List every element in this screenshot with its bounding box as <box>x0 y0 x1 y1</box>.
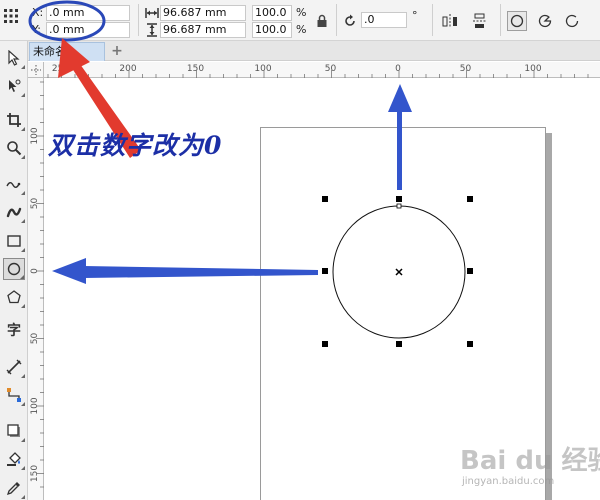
height-icon <box>146 23 158 40</box>
handle-right[interactable] <box>467 268 473 274</box>
rotation-field[interactable]: .0 <box>361 12 407 28</box>
polygon-tool-icon[interactable] <box>3 286 25 308</box>
degree-label: ° <box>412 9 418 22</box>
connector-tool-icon[interactable] <box>3 384 25 406</box>
ruler-h-label: 200 <box>119 64 136 74</box>
separator <box>138 4 139 36</box>
shape-tool-icon[interactable] <box>3 75 25 97</box>
ellipse-icon[interactable] <box>507 11 527 31</box>
watermark-logo: Bai du 经验 <box>460 446 600 476</box>
ellipse-tool-icon[interactable] <box>3 258 25 280</box>
x-position-field[interactable]: .0 mm <box>46 5 130 21</box>
horizontal-ruler[interactable]: 25020015010050050100 <box>44 62 600 78</box>
width-field[interactable]: 96.687 mm <box>160 5 246 21</box>
shadow-tool-icon[interactable] <box>3 420 25 442</box>
handle-bottom[interactable] <box>396 341 402 347</box>
percent-label: % <box>296 6 307 19</box>
rotate-icon <box>340 11 360 31</box>
mirror-horizontal-icon[interactable] <box>440 11 460 31</box>
scale-x-field[interactable]: 100.0 <box>252 5 292 21</box>
lock-ratio-icon[interactable] <box>312 11 332 31</box>
reference-point-icon[interactable] <box>4 9 18 23</box>
text-tool-glyph: 字 <box>7 323 21 339</box>
ruler-h-label: 100 <box>254 64 271 74</box>
eyedropper-tool-icon[interactable] <box>3 477 25 499</box>
freehand-tool-icon[interactable] <box>3 173 25 195</box>
watermark-url: jingyan.baidu.com <box>462 476 555 487</box>
percent-label: % <box>296 23 307 36</box>
circle-node[interactable] <box>396 203 402 209</box>
handle-top-right[interactable] <box>467 196 473 202</box>
rectangle-tool-icon[interactable] <box>3 230 25 252</box>
handle-top[interactable] <box>396 196 402 202</box>
ruler-h-label: 50 <box>325 64 337 74</box>
ruler-h-label: 0 <box>395 64 401 74</box>
dimension-tool-icon[interactable] <box>3 356 25 378</box>
vertical-ruler-scale: 10050050100150 <box>30 81 44 488</box>
height-field[interactable]: 96.687 mm <box>160 22 246 38</box>
scale-y-field[interactable]: 100.0 <box>252 22 292 38</box>
separator <box>500 4 501 36</box>
pick-tool-icon[interactable] <box>3 47 25 69</box>
document-tab-bar: 未命名 + <box>28 41 600 61</box>
instruction-annotation: 双击数字改为0 <box>48 131 223 160</box>
separator <box>432 4 433 36</box>
handle-left[interactable] <box>322 268 328 274</box>
horizontal-ruler-scale: 25020015010050050100 <box>47 64 589 78</box>
width-icon <box>145 7 159 22</box>
arc-icon[interactable] <box>562 11 582 31</box>
handle-bottom-left[interactable] <box>322 341 328 347</box>
pie-icon[interactable] <box>535 11 555 31</box>
ruler-h-label: 150 <box>187 64 204 74</box>
handle-bottom-right[interactable] <box>467 341 473 347</box>
text-tool-icon[interactable]: 字 <box>3 319 25 341</box>
artistic-media-icon[interactable] <box>3 201 25 223</box>
crop-tool-icon[interactable] <box>3 109 25 131</box>
separator <box>336 4 337 36</box>
watermark: Bai du 经验 jingyan.baidu.com <box>460 440 600 496</box>
zoom-tool-icon[interactable] <box>3 137 25 159</box>
ruler-origin-corner[interactable] <box>28 62 44 78</box>
add-tab-button[interactable]: + <box>108 43 126 59</box>
ruler-h-label: 100 <box>524 64 541 74</box>
handle-top-left[interactable] <box>322 196 328 202</box>
fill-tool-icon[interactable] <box>3 448 25 470</box>
toolbox: 字 <box>0 41 28 500</box>
ruler-h-label: 50 <box>460 64 472 74</box>
vertical-ruler[interactable]: 100 50 0 50 100 150 <box>28 78 44 500</box>
mirror-vertical-icon[interactable] <box>470 11 490 31</box>
